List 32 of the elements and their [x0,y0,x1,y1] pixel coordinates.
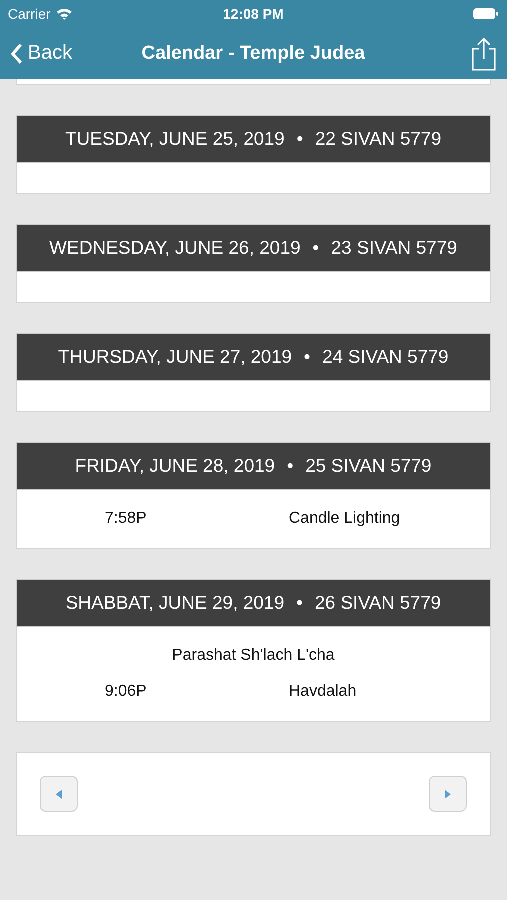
hebrew-date: 25 SIVAN 5779 [306,455,432,477]
left-triangle-icon [56,790,62,798]
event-time: 9:06P [104,683,148,701]
carrier-name: Carrier [8,6,51,22]
screen-title: Calendar - Temple Judea [142,42,366,64]
hebrew-date: 22 SIVAN 5779 [315,128,442,150]
back-chevron-icon [10,42,23,64]
event-time: 7:58P [104,510,148,528]
separator-dot: • [312,237,320,259]
event-title: Havdalah [288,683,357,701]
back-button[interactable]: Back [10,42,72,65]
gregorian-date: TUESDAY, JUNE 25, 2019 [65,128,285,150]
battery-icon [473,8,499,20]
event-title: Candle Lighting [288,510,400,528]
gregorian-date: THURSDAY, JUNE 27, 2019 [58,346,292,368]
hebrew-date: 24 SIVAN 5779 [322,346,449,368]
wifi-icon [56,8,73,20]
previous-button[interactable] [40,776,78,812]
right-triangle-icon [445,790,451,798]
parasha-name: Parashat Sh'lach L'cha [171,647,336,665]
share-icon[interactable] [471,36,497,70]
hebrew-date: 26 SIVAN 5779 [315,592,442,614]
gregorian-date: WEDNESDAY, JUNE 26, 2019 [50,237,301,259]
gregorian-date: SHABBAT, JUNE 29, 2019 [66,592,285,614]
clock: 12:08 PM [223,6,284,22]
separator-dot: • [296,128,304,150]
separator-dot: • [287,455,294,477]
hebrew-date: 23 SIVAN 5779 [331,237,458,259]
next-button[interactable] [429,776,467,812]
separator-dot: • [296,592,303,614]
gregorian-date: FRIDAY, JUNE 28, 2019 [75,455,276,477]
separator-dot: • [304,346,311,368]
